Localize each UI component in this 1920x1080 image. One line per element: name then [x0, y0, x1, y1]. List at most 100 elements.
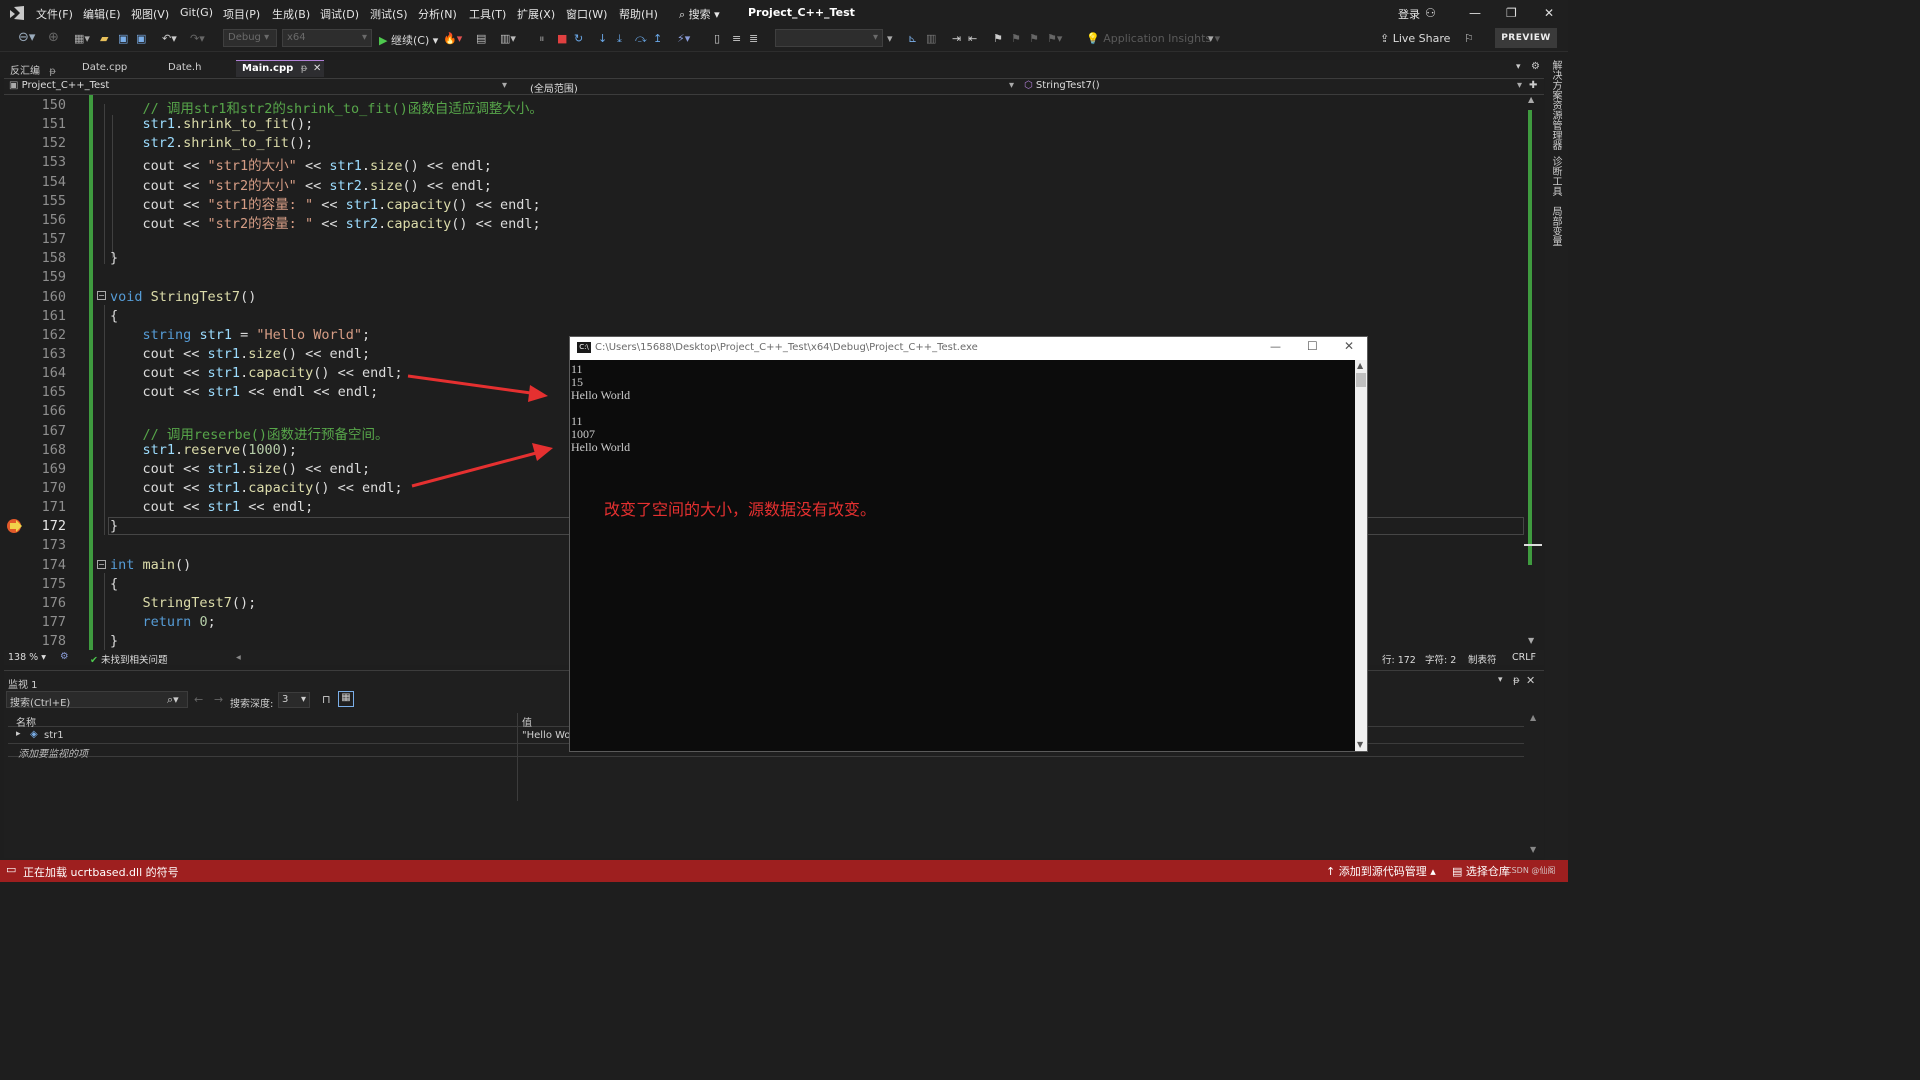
platform-dropdown[interactable]: x64 ▾ — [282, 29, 372, 47]
scroll-up-icon[interactable]: ▲ — [1530, 713, 1536, 722]
code-line[interactable]: str1.reserve(1000); — [110, 442, 297, 458]
show-next-statement-icon[interactable]: ↓ — [598, 32, 607, 45]
menu-git[interactable]: Git(G) — [180, 6, 213, 19]
stop-icon[interactable]: ■ — [557, 32, 567, 45]
menu-build[interactable]: 生成(B) — [272, 6, 310, 22]
code-line[interactable]: cout << str1 << endl << endl; — [110, 384, 379, 400]
code-line[interactable]: cout << "str1的容量: " << str1.capacity() <… — [110, 193, 541, 213]
watch-scrollbar[interactable]: ▲ ▼ — [1528, 713, 1540, 855]
tab-date-h[interactable]: Date.h — [162, 60, 234, 77]
panel-pin-icon[interactable]: ᵽ — [1513, 675, 1520, 686]
app-insights-button[interactable]: 💡 Application Insights ▾ — [1086, 32, 1220, 45]
hot-reload-icon[interactable]: 🔥▾ — [443, 32, 462, 45]
editor-scrollbar[interactable]: ▲ ▼ — [1524, 95, 1542, 650]
menu-test[interactable]: 测试(S) — [370, 6, 408, 22]
pause-icon[interactable]: ⏸ — [539, 32, 545, 46]
zoom-level[interactable]: 138 % ▾ — [8, 652, 46, 663]
menu-extensions[interactable]: 扩展(X) — [517, 6, 555, 22]
code-line[interactable]: } — [110, 250, 118, 266]
scroll-left-icon[interactable]: ◂ — [236, 652, 241, 663]
layout-icon[interactable]: ▥▾ — [500, 32, 516, 45]
search-icon[interactable]: ⌕▾ — [167, 693, 179, 707]
watch-search-input[interactable]: 搜索(Ctrl+E) — [10, 694, 70, 709]
menu-help[interactable]: 帮助(H) — [619, 6, 658, 22]
tab-date-cpp[interactable]: Date.cpp — [76, 60, 160, 77]
code-line[interactable]: cout << "str1的大小" << str1.size() << endl… — [110, 154, 492, 174]
menu-file[interactable]: 文件(F) — [36, 6, 73, 22]
toolbar-window-icon[interactable]: ▤ — [476, 32, 486, 45]
preview-badge[interactable]: PREVIEW — [1495, 28, 1557, 48]
tab-list-icon[interactable]: ▾ — [1516, 62, 1521, 72]
panel-close-icon[interactable]: ✕ — [1526, 674, 1535, 687]
scope-dropdown-icon[interactable]: ▾ — [1009, 80, 1014, 91]
save-all-icon[interactable]: ▣ — [136, 32, 146, 45]
code-line[interactable]: } — [110, 518, 118, 534]
issues-indicator[interactable]: ✔ 未找到相关问题 — [90, 652, 168, 666]
console-window[interactable]: C:\ C:\Users\15688\Desktop\Project_C++_T… — [569, 336, 1368, 752]
prev-bookmark-icon[interactable]: ⚑ — [1011, 32, 1021, 45]
minimize-icon[interactable]: — — [1469, 6, 1481, 20]
menu-window[interactable]: 窗口(W) — [566, 6, 607, 22]
tab-close-icon[interactable]: ✕ — [313, 63, 321, 74]
code-line[interactable]: cout << str1 << endl; — [110, 499, 314, 515]
search-depth-dropdown[interactable]: 3 ▾ — [278, 692, 310, 708]
pin-icon[interactable]: ᵽ — [49, 66, 56, 77]
restart-icon[interactable]: ↻ — [574, 32, 583, 45]
back-icon[interactable]: ⊖▾ — [18, 30, 35, 45]
scope-selector[interactable]: (全局范围) — [530, 80, 578, 95]
outdent-icon[interactable]: ⇤ — [968, 32, 977, 45]
back-arrow-icon[interactable]: ← — [194, 693, 203, 706]
tabs-indicator[interactable]: 制表符 — [1468, 652, 1497, 666]
format-icon[interactable]: ▥ — [926, 32, 936, 45]
bookmark-icon[interactable]: ⚑ — [993, 32, 1003, 45]
bookmark-page-icon[interactable]: ▯ — [714, 32, 720, 45]
scroll-down-icon[interactable]: ▼ — [1530, 845, 1536, 854]
split-icon[interactable]: ✚ — [1529, 80, 1537, 91]
continue-button[interactable]: ▶ 继续(C) ▾ — [379, 32, 438, 48]
forward-icon[interactable]: ⊕ — [48, 30, 59, 45]
console-scroll-thumb[interactable] — [1356, 373, 1366, 387]
console-close-icon[interactable]: ✕ — [1344, 339, 1354, 353]
code-line[interactable]: StringTest7(); — [110, 595, 257, 611]
console-title-bar[interactable]: C:\ C:\Users\15688\Desktop\Project_C++_T… — [570, 337, 1367, 360]
live-share-button[interactable]: ⇪ Live Share — [1380, 32, 1450, 45]
git-icon[interactable]: ⚙ — [60, 651, 69, 662]
comment-icon[interactable]: ≡ — [732, 32, 741, 45]
col-name-header[interactable]: 名称 — [16, 714, 36, 729]
expand-icon[interactable]: ▸ — [16, 729, 21, 739]
menu-debug[interactable]: 调试(D) — [320, 6, 359, 22]
code-line[interactable]: { — [110, 308, 118, 324]
code-line[interactable]: cout << "str2的大小" << str2.size() << endl… — [110, 174, 492, 194]
next-bookmark-icon[interactable]: ⚑ — [1029, 32, 1039, 45]
breakpoint-arrow-icon[interactable] — [6, 518, 26, 534]
locals-tab[interactable]: 局部变量 — [1548, 206, 1563, 246]
toolbar-dropdown-icon[interactable]: ▾ — [887, 32, 893, 45]
overflow-icon[interactable]: ▾ — [1208, 32, 1214, 45]
menu-tools[interactable]: 工具(T) — [469, 6, 506, 22]
diagnostics-icon[interactable]: ⚡▾ — [677, 32, 690, 45]
code-line[interactable]: { — [110, 576, 118, 592]
close-icon[interactable]: ✕ — [1544, 6, 1554, 20]
column-divider[interactable] — [517, 713, 518, 801]
console-minimize-icon[interactable]: — — [1270, 340, 1281, 353]
scroll-up-icon[interactable]: ▲ — [1528, 95, 1534, 104]
scroll-up-icon[interactable]: ▲ — [1357, 361, 1363, 370]
code-line[interactable]: str2.shrink_to_fit(); — [110, 135, 314, 151]
menu-project[interactable]: 项目(P) — [223, 6, 260, 22]
source-control-button[interactable]: ↑ 添加到源代码管理 ▴ — [1326, 863, 1436, 879]
panel-menu-icon[interactable]: ▾ — [1498, 675, 1503, 685]
menu-view[interactable]: 视图(V) — [131, 6, 169, 22]
add-watch-item[interactable]: 添加要监视的项 — [18, 745, 88, 760]
code-line[interactable]: string str1 = "Hello World"; — [110, 327, 371, 343]
undo-icon[interactable]: ↶▾ — [162, 32, 177, 45]
login-button[interactable]: 登录 — [1398, 6, 1420, 22]
code-line[interactable]: // 调用str1和str2的shrink_to_fit()函数自适应调整大小。 — [110, 97, 543, 117]
code-line[interactable]: int main() — [110, 557, 191, 573]
code-line[interactable]: cout << str1.size() << endl; — [110, 461, 371, 477]
code-line[interactable]: cout << "str2的容量: " << str2.capacity() <… — [110, 212, 541, 232]
console-maximize-icon[interactable]: ☐ — [1307, 339, 1318, 353]
account-icon[interactable]: ⚇ — [1425, 6, 1436, 20]
restore-icon[interactable]: ❐ — [1506, 6, 1517, 20]
empty-dropdown[interactable]: ▾ — [775, 29, 883, 47]
code-line[interactable]: cout << str1.capacity() << endl; — [110, 480, 403, 496]
